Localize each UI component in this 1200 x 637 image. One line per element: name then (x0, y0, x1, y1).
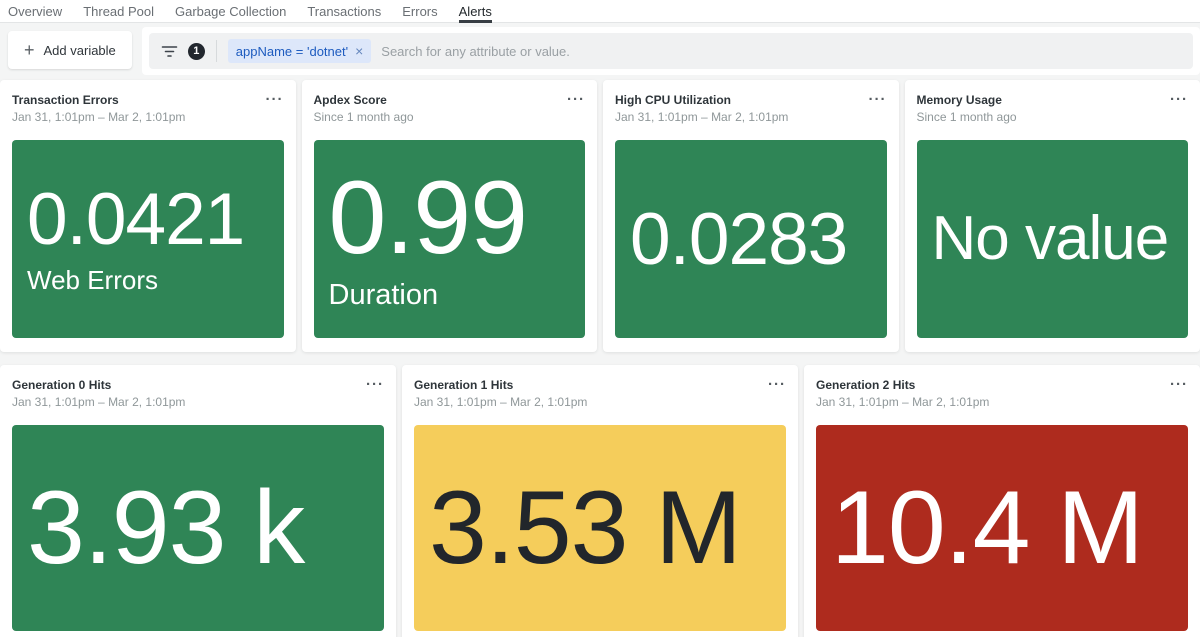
billboard-value: 10.4 M (831, 476, 1143, 580)
billboard-value: 0.0283 (630, 203, 847, 276)
card-title: Generation 0 Hits (12, 378, 185, 392)
card-header: Generation 2 Hits Jan 31, 1:01pm – Mar 2… (816, 378, 1188, 409)
add-variable-button[interactable]: + Add variable (8, 31, 132, 69)
filter-bar-container: 1 appName = 'dotnet' × (142, 27, 1200, 75)
ellipsis-menu-icon[interactable]: ··· (863, 93, 887, 110)
billboard-high-cpu[interactable]: 0.0283 (615, 140, 887, 338)
tab-overview[interactable]: Overview (8, 0, 62, 23)
card-header: Memory Usage Since 1 month ago ··· (917, 93, 1189, 124)
widget-memory-usage: Memory Usage Since 1 month ago ··· No va… (905, 80, 1200, 352)
plus-icon: + (24, 41, 35, 59)
filter-divider (216, 40, 217, 62)
card-title: High CPU Utilization (615, 93, 788, 107)
billboard-generation-0[interactable]: 3.93 k (12, 425, 384, 631)
billboard-apdex-score[interactable]: 0.99 Duration (314, 140, 586, 338)
tab-errors[interactable]: Errors (402, 0, 437, 23)
filter-search-input[interactable] (381, 44, 1183, 59)
card-title: Transaction Errors (12, 93, 185, 107)
tab-garbage-collection[interactable]: Garbage Collection (175, 0, 286, 23)
tab-transactions[interactable]: Transactions (307, 0, 381, 23)
ellipsis-menu-icon[interactable]: ··· (561, 93, 585, 110)
card-time-range: Jan 31, 1:01pm – Mar 2, 1:01pm (615, 110, 788, 124)
ellipsis-menu-icon[interactable]: ··· (1164, 378, 1188, 395)
billboard-value: No value (932, 208, 1169, 270)
card-title: Apdex Score (314, 93, 414, 107)
widget-generation-0-hits: Generation 0 Hits Jan 31, 1:01pm – Mar 2… (0, 365, 396, 637)
widget-generation-2-hits: Generation 2 Hits Jan 31, 1:01pm – Mar 2… (804, 365, 1200, 637)
card-time-range: Since 1 month ago (917, 110, 1017, 124)
card-time-range: Jan 31, 1:01pm – Mar 2, 1:01pm (12, 395, 185, 409)
filter-chip-appname[interactable]: appName = 'dotnet' × (228, 39, 371, 63)
card-time-range: Jan 31, 1:01pm – Mar 2, 1:01pm (12, 110, 185, 124)
card-time-range: Since 1 month ago (314, 110, 414, 124)
billboard-generation-2[interactable]: 10.4 M (816, 425, 1188, 631)
widget-apdex-score: Apdex Score Since 1 month ago ··· 0.99 D… (302, 80, 598, 352)
filter-count-badge: 1 (188, 43, 205, 60)
card-header: High CPU Utilization Jan 31, 1:01pm – Ma… (615, 93, 887, 124)
filter-chip-text: appName = 'dotnet' (236, 44, 348, 59)
dashboard-toolbar: + Add variable 1 appName = 'dotnet' × (0, 23, 1200, 75)
widgets-grid: Transaction Errors Jan 31, 1:01pm – Mar … (0, 80, 1200, 637)
widgets-row-2: Generation 0 Hits Jan 31, 1:01pm – Mar 2… (0, 365, 1200, 637)
ellipsis-menu-icon[interactable]: ··· (260, 93, 284, 110)
billboard-generation-1[interactable]: 3.53 M (414, 425, 786, 631)
dashboard-page: + Add variable 1 appName = 'dotnet' × (0, 23, 1200, 637)
chip-close-icon[interactable]: × (355, 44, 363, 58)
card-time-range: Jan 31, 1:01pm – Mar 2, 1:01pm (816, 395, 989, 409)
card-title: Memory Usage (917, 93, 1017, 107)
billboard-value: 3.53 M (429, 476, 741, 580)
widget-generation-1-hits: Generation 1 Hits Jan 31, 1:01pm – Mar 2… (402, 365, 798, 637)
tab-thread-pool[interactable]: Thread Pool (83, 0, 154, 23)
filter-bar: 1 appName = 'dotnet' × (149, 33, 1193, 69)
ellipsis-menu-icon[interactable]: ··· (762, 378, 786, 395)
card-header: Transaction Errors Jan 31, 1:01pm – Mar … (12, 93, 284, 124)
card-title: Generation 1 Hits (414, 378, 587, 392)
billboard-memory-usage[interactable]: No value (917, 140, 1189, 338)
billboard-label: Web Errors (27, 265, 158, 296)
tab-alerts[interactable]: Alerts (459, 0, 492, 23)
card-header: Generation 1 Hits Jan 31, 1:01pm – Mar 2… (414, 378, 786, 409)
billboard-value: 3.93 k (27, 476, 304, 580)
add-variable-label: Add variable (44, 43, 116, 58)
widget-transaction-errors: Transaction Errors Jan 31, 1:01pm – Mar … (0, 80, 296, 352)
widget-high-cpu-utilization: High CPU Utilization Jan 31, 1:01pm – Ma… (603, 80, 899, 352)
card-time-range: Jan 31, 1:01pm – Mar 2, 1:01pm (414, 395, 587, 409)
billboard-label: Duration (329, 279, 439, 312)
ellipsis-menu-icon[interactable]: ··· (360, 378, 384, 395)
filter-funnel-icon[interactable] (159, 42, 180, 61)
widgets-row-1: Transaction Errors Jan 31, 1:01pm – Mar … (0, 80, 1200, 352)
card-title: Generation 2 Hits (816, 378, 989, 392)
billboard-value: 0.99 (329, 166, 527, 270)
billboard-transaction-errors[interactable]: 0.0421 Web Errors (12, 140, 284, 338)
ellipsis-menu-icon[interactable]: ··· (1164, 93, 1188, 110)
card-header: Generation 0 Hits Jan 31, 1:01pm – Mar 2… (12, 378, 384, 409)
card-header: Apdex Score Since 1 month ago ··· (314, 93, 586, 124)
billboard-value: 0.0421 (27, 183, 244, 256)
tab-bar: Overview Thread Pool Garbage Collection … (0, 0, 1200, 23)
